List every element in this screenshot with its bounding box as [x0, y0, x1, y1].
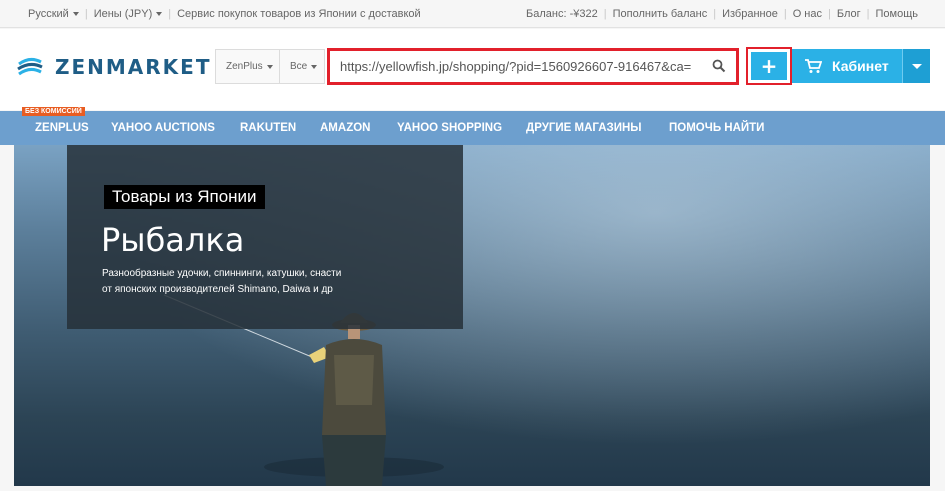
logo[interactable]: ZENMARKET — [13, 50, 212, 84]
chevron-down-icon — [156, 12, 163, 16]
banner-desc-line2: от японских производителей Shimano, Daiw… — [102, 284, 333, 295]
search-icon[interactable] — [712, 59, 726, 73]
cart-icon — [805, 59, 822, 73]
help-link[interactable]: Помощь — [876, 8, 919, 20]
hero-banner[interactable]: Товары из Японии Рыбалка Разнообразные у… — [14, 145, 930, 486]
top-bar: Русский | Иены (JPY) | Сервис покупок то… — [0, 0, 945, 28]
banner-desc-line1: Разнообразные удочки, спиннинги, катушки… — [102, 268, 342, 279]
nav-yahoo-auctions[interactable]: YAHOO AUCTIONS — [111, 122, 215, 134]
currency-selector[interactable]: Иены (JPY) — [94, 8, 163, 20]
chevron-down-icon — [311, 64, 318, 69]
cabinet-button[interactable]: Кабинет — [792, 49, 902, 83]
category-filter[interactable]: Все — [280, 49, 325, 84]
search-box — [327, 48, 739, 85]
banner-description: Разнообразные удочки, спиннинги, катушки… — [102, 266, 341, 298]
banner-bottom-strip — [0, 486, 945, 491]
nav-zenplus[interactable]: ZENPLUS — [35, 122, 89, 134]
nav-yahoo-shopping[interactable]: YAHOO SHOPPING — [397, 122, 502, 134]
topup-link[interactable]: Пополнить баланс — [613, 8, 708, 20]
blog-link[interactable]: Блог — [837, 8, 861, 20]
add-item-button[interactable]: + — [751, 52, 787, 80]
logo-text: ZENMARKET — [55, 55, 212, 79]
banner-text-panel: Товары из Японии Рыбалка Разнообразные у… — [67, 145, 463, 329]
banner-tag: Товары из Японии — [104, 185, 265, 209]
nav-other-shops[interactable]: ДРУГИЕ МАГАЗИНЫ — [526, 122, 642, 134]
balance-link[interactable]: Баланс: -¥322 — [526, 8, 598, 20]
tagline: Сервис покупок товаров из Японии с доста… — [177, 8, 421, 20]
logo-mark-icon — [15, 52, 45, 82]
chevron-down-icon — [266, 64, 273, 69]
nav-amazon[interactable]: AMAZON — [320, 122, 370, 134]
banner-title: Рыбалка — [101, 221, 245, 259]
about-link[interactable]: О нас — [793, 8, 822, 20]
no-commission-badge: БЕЗ КОМИССИЙ — [22, 107, 85, 116]
chevron-down-icon — [72, 12, 79, 16]
nav-rakuten[interactable]: RAKUTEN — [240, 122, 296, 134]
header: ZENMARKET ZenPlus Все + Кабинет — [0, 29, 945, 110]
currency-label: Иены (JPY) — [93, 8, 153, 20]
language-selector[interactable]: Русский — [28, 8, 79, 20]
add-item-highlight: + — [746, 47, 792, 85]
language-label: Русский — [28, 8, 69, 20]
chevron-down-icon — [911, 63, 922, 69]
search-input[interactable] — [330, 51, 700, 82]
cabinet-label: Кабинет — [832, 58, 889, 74]
zenplus-filter[interactable]: ZenPlus — [215, 49, 280, 84]
nav-help-find[interactable]: ПОМОЧЬ НАЙТИ — [669, 122, 764, 134]
cabinet-dropdown-button[interactable] — [902, 49, 930, 83]
main-nav: ZENPLUS YAHOO AUCTIONS RAKUTEN AMAZON YA… — [0, 111, 945, 145]
zenplus-filter-label: ZenPlus — [226, 61, 263, 72]
category-filter-label: Все — [290, 61, 308, 72]
favorites-link[interactable]: Избранное — [722, 8, 778, 20]
